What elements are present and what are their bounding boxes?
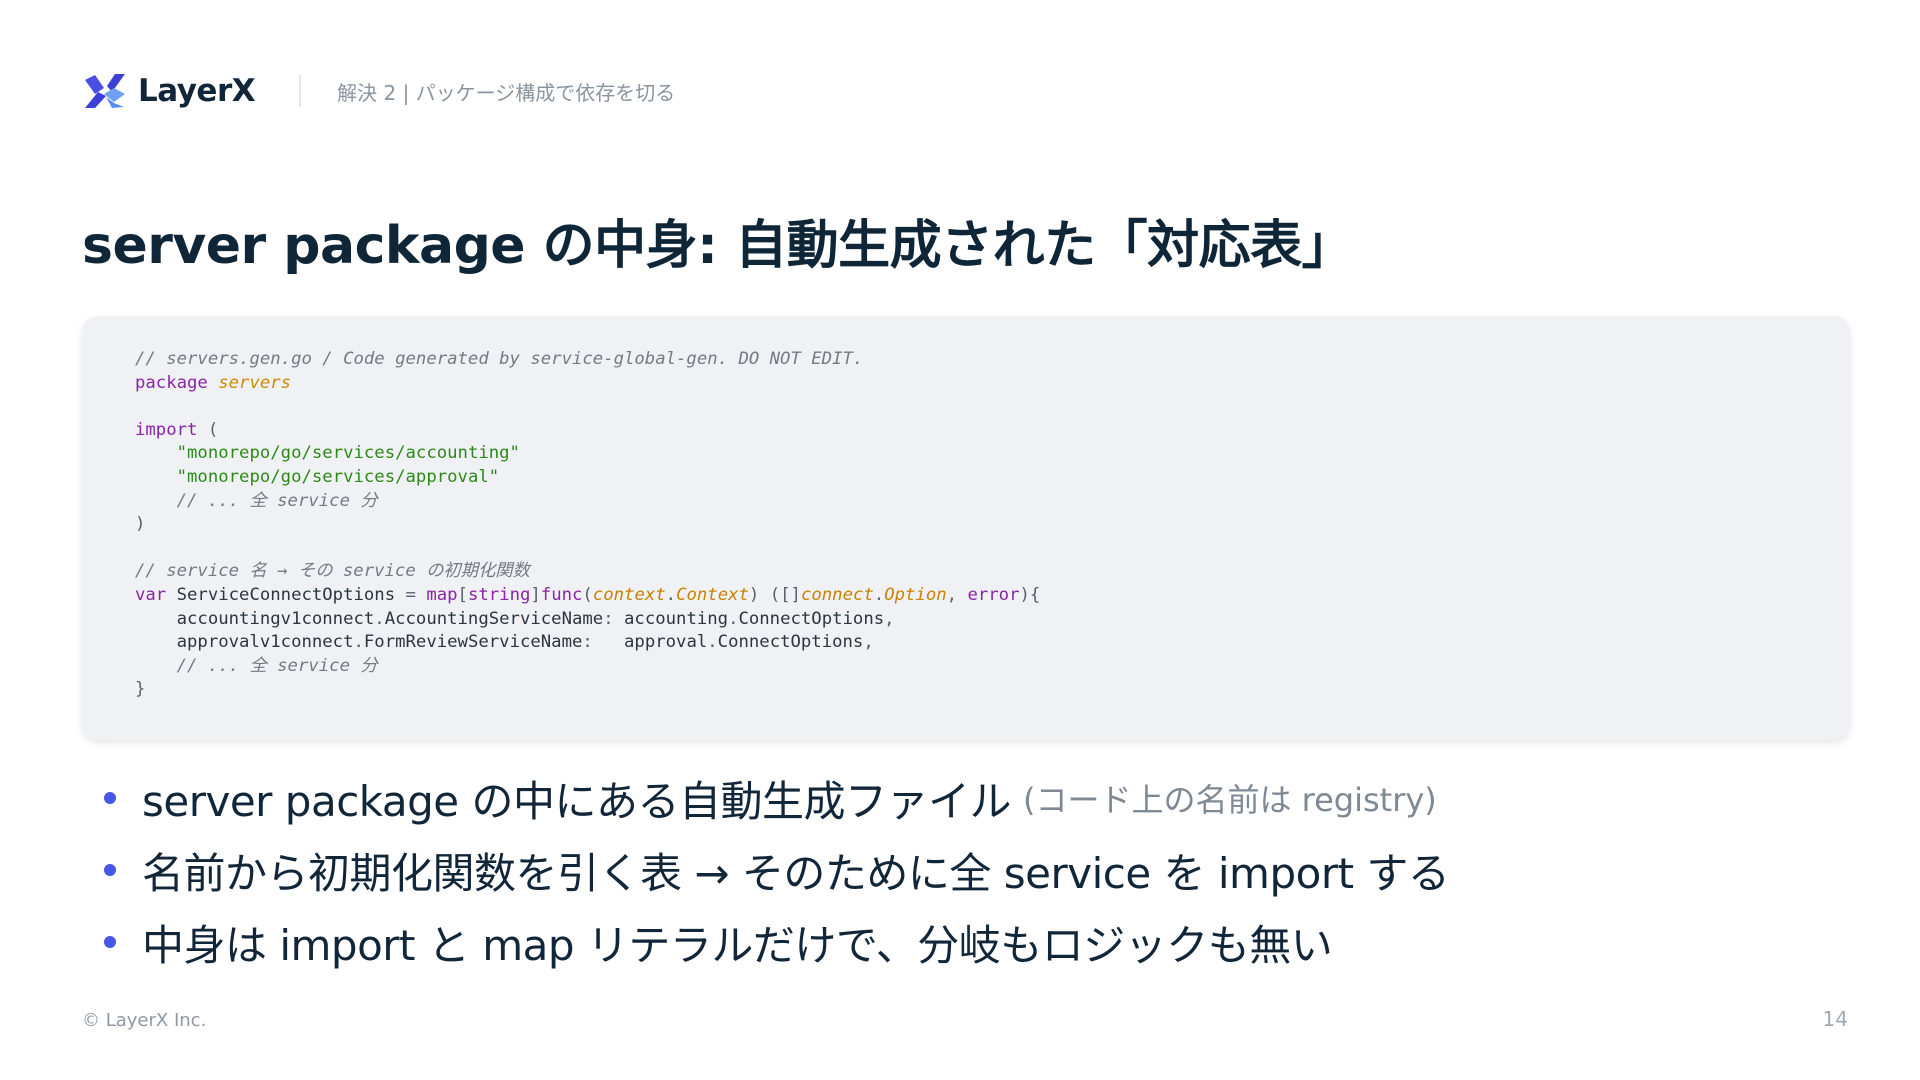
code-token: servers <box>218 372 292 393</box>
code-token: package <box>135 372 208 393</box>
bullet-text: 中身は import と map リテラルだけで、分岐もロジックも無い <box>142 920 1333 970</box>
code-line: // ... 全 service 分 <box>135 490 1040 514</box>
code-token: ConnectOptions <box>738 608 885 629</box>
bullet-note: (コード上の名前は registry) <box>1022 781 1437 819</box>
code-listing: // servers.gen.go / Code generated by se… <box>135 348 1040 702</box>
bullet-item: 中身は import と map リテラルだけで、分岐もロジックも無い <box>104 906 1449 978</box>
code-token: , <box>946 584 968 605</box>
slide-title: server package の中身: 自動生成された「対応表」 <box>82 216 1354 276</box>
code-token: error <box>967 584 1020 605</box>
code-token: context <box>592 584 666 605</box>
code-token: . <box>873 584 885 605</box>
page-number: 14 <box>1822 1007 1848 1031</box>
code-token: import <box>135 419 198 440</box>
code-line: accountingv1connect.AccountingServiceNam… <box>135 608 1040 632</box>
code-line: // service 名 → その service の初期化関数 <box>135 560 1040 584</box>
code-token: . <box>374 608 385 629</box>
bullet-dot-icon <box>104 792 116 804</box>
code-token: var <box>135 584 167 605</box>
code-token: ] <box>530 584 541 605</box>
bullet-text: server package の中にある自動生成ファイル <box>142 776 1011 826</box>
code-token: map <box>426 584 458 605</box>
layerx-logo-icon <box>85 74 125 108</box>
code-token: : <box>582 632 625 653</box>
bullet-item: 名前から初期化関数を引く表 → そのために全 service を import … <box>104 834 1450 906</box>
code-line: import ( <box>135 419 1040 443</box>
logo-text: LayerX <box>138 73 256 109</box>
section-label: 解決 2 | パッケージ構成で依存を切る <box>337 80 676 105</box>
code-token: ( <box>582 584 593 605</box>
bullet-dot-icon <box>104 936 116 948</box>
code-token: // servers.gen.go / Code generated by se… <box>135 349 864 369</box>
code-token: . <box>353 632 364 653</box>
code-token: connect <box>800 584 874 605</box>
code-token: . <box>728 608 739 629</box>
code-token: ) <box>135 514 146 535</box>
bullet-dot-icon <box>104 864 116 876</box>
code-line: approvalv1connect.FormReviewServiceName:… <box>135 631 1040 655</box>
code-token: FormReviewServiceName <box>363 632 583 653</box>
code-token: ServiceConnectOptions <box>166 584 406 605</box>
code-token: ( <box>197 419 219 440</box>
code-line: } <box>135 678 1040 702</box>
code-token: "monorepo/go/services/approval" <box>176 466 500 487</box>
code-line: // ... 全 service 分 <box>135 655 1040 679</box>
code-token: // service 名 → その service の初期化関数 <box>135 561 530 582</box>
code-token: // ... 全 service 分 <box>176 655 378 676</box>
code-token: accountingv1connect <box>135 608 375 629</box>
code-line: // servers.gen.go / Code generated by se… <box>135 348 1040 372</box>
code-token: Context <box>676 584 749 605</box>
code-token: "monorepo/go/services/accounting" <box>176 443 520 464</box>
bullet-list: server package の中にある自動生成ファイル (コード上の名前は re… <box>104 762 1450 978</box>
code-token: ) ([] <box>748 584 801 605</box>
code-token: string <box>467 584 531 605</box>
code-token: AccountingServiceName <box>384 608 604 629</box>
code-token: } <box>135 679 146 700</box>
code-line: "monorepo/go/services/approval" <box>135 466 1040 490</box>
code-token: accounting <box>624 608 729 629</box>
code-token: ){ <box>1019 584 1041 605</box>
code-token: Option <box>884 584 947 605</box>
code-token: = <box>405 584 416 605</box>
layerx-logo: LayerX <box>84 72 256 110</box>
code-token: // ... 全 service 分 <box>176 490 378 511</box>
slide-header: LayerX 解決 2 | パッケージ構成で依存を切る <box>84 70 675 112</box>
code-line: package servers <box>135 372 1040 396</box>
code-line: ) <box>135 513 1040 537</box>
code-line: "monorepo/go/services/accounting" <box>135 442 1040 466</box>
code-token: approvalv1connect <box>135 632 354 653</box>
code-token: , <box>884 608 895 629</box>
copyright-text: © LayerX Inc. <box>82 1010 207 1031</box>
code-token: . <box>665 584 677 605</box>
code-token: ConnectOptions <box>717 632 864 653</box>
bullet-text: 名前から初期化関数を引く表 → そのために全 service を import … <box>142 848 1450 898</box>
bullet-item: server package の中にある自動生成ファイル (コード上の名前は re… <box>104 762 1449 834</box>
code-token: [ <box>457 584 468 605</box>
code-line: var ServiceConnectOptions = map[string]f… <box>135 584 1040 608</box>
code-token: . <box>707 632 718 653</box>
code-token: : <box>603 608 625 629</box>
code-token: func <box>540 584 583 605</box>
code-block: // servers.gen.go / Code generated by se… <box>82 316 1850 740</box>
code-token: , <box>863 632 874 653</box>
header-divider <box>299 75 302 107</box>
code-token: approval <box>624 632 708 653</box>
